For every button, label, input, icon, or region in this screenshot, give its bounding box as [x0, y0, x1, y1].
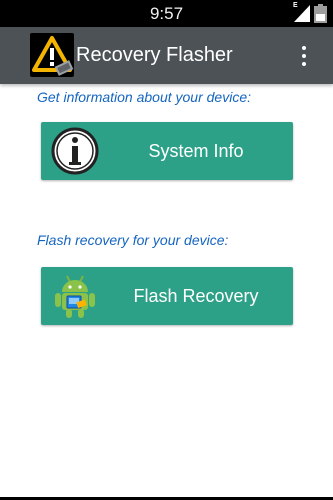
status-time: 9:57 — [149, 4, 184, 23]
system-info-button[interactable]: System Info — [41, 122, 293, 180]
system-info-section-label: Get information about your device: — [37, 89, 252, 105]
status-bar: 9:57 E — [0, 0, 333, 27]
flash-recovery-label: Flash Recovery — [133, 285, 259, 306]
system-info-label: System Info — [148, 140, 244, 161]
app-bar: Recovery Flasher — [0, 27, 333, 84]
info-icon — [51, 127, 99, 175]
flash-recovery-section-label: Flash recovery for your device: — [37, 232, 229, 248]
app-title: Recovery Flasher — [76, 44, 233, 66]
overflow-menu-icon[interactable] — [292, 41, 316, 71]
network-type-label: E — [293, 2, 298, 9]
android-robot-icon — [55, 275, 95, 318]
flash-recovery-button[interactable]: Flash Recovery — [41, 267, 293, 325]
recovery-warning-logo — [30, 33, 74, 77]
battery-icon — [314, 4, 327, 23]
